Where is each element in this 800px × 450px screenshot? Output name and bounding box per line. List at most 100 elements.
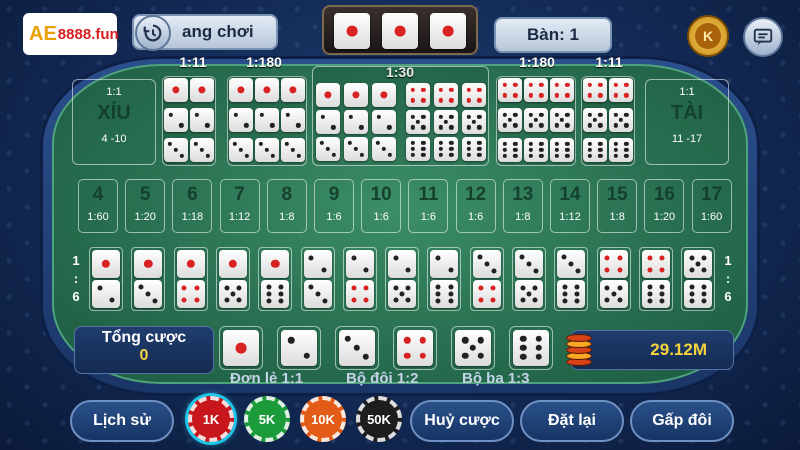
single-5-die-icon: [455, 330, 491, 366]
any-triple-2-die-icon: [344, 110, 368, 134]
history-button-label: Lịch sử: [93, 412, 151, 429]
combo-die-1-icon: [218, 250, 247, 278]
single-4-die-icon: [397, 330, 433, 366]
chips-stack-icon: [566, 328, 592, 368]
combo-die-1-icon: [92, 250, 120, 278]
combo-die-6-icon: [684, 280, 713, 308]
sum-bet-odds: 1:20: [134, 211, 156, 223]
combo-odds-left-top: 1: [72, 253, 80, 268]
combo-die-5-icon: [515, 280, 543, 308]
chip-50k[interactable]: 50K: [356, 396, 402, 442]
sum-bet-11[interactable]: 11 1:6: [408, 179, 449, 233]
reset-bet-button[interactable]: Đặt lại: [520, 400, 624, 442]
combo-odds-left-colon: :: [73, 271, 79, 286]
triple-6-die-icon: [498, 138, 522, 162]
sum-bet-number: 8: [281, 184, 293, 205]
sum-bet-12[interactable]: 12 1:6: [455, 179, 496, 233]
chip-5k[interactable]: 5K: [244, 396, 290, 442]
bet-big-odds: 1:1: [679, 86, 695, 98]
any-triple-5-die-icon: [406, 110, 430, 134]
combo-die-4-icon: [599, 250, 628, 278]
chip-1k-label: 1K: [202, 411, 220, 427]
logo-text: 8888.fun: [57, 25, 119, 43]
double-3-die-icon: [190, 138, 214, 162]
bet-small[interactable]: 1:1 XỈU 4 -10: [72, 79, 156, 165]
chip-10k[interactable]: 10K: [300, 396, 346, 442]
sum-bet-number: 13: [512, 184, 534, 205]
single-2-die-icon: [281, 330, 317, 366]
double-6-die-icon: [583, 138, 607, 162]
logo-mark-icon: AE: [29, 22, 57, 45]
total-bet-label: Tổng cược: [101, 329, 187, 346]
sum-bet-number: 12: [465, 184, 487, 205]
sum-bet-6[interactable]: 6 1:18: [172, 179, 213, 233]
any-triple-4-die-icon: [434, 83, 458, 107]
balance-box: 29.12M: [570, 330, 734, 370]
combo-die-3-icon: [303, 280, 332, 308]
coin-icon[interactable]: K: [687, 15, 729, 57]
total-bet-value: 0: [139, 347, 149, 364]
sum-bet-10[interactable]: 10 1:6: [361, 179, 402, 233]
sum-bet-odds: 1:6: [373, 211, 389, 223]
any-triple-6-die-icon: [406, 137, 430, 161]
double-2-die-icon: [190, 108, 214, 132]
triple-4-die-icon: [524, 78, 548, 102]
sum-bet-odds: 1:8: [515, 211, 531, 223]
sum-bet-number: 4: [92, 184, 104, 205]
combo-die-2-icon: [345, 250, 374, 278]
sum-bet-odds: 1:6: [420, 211, 437, 223]
triple-4-die-icon: [498, 78, 522, 102]
double-3-die-icon: [164, 138, 188, 162]
table-number-label: Bàn: 1: [527, 25, 579, 44]
combo-die-4-icon: [176, 280, 205, 308]
bet-big[interactable]: 1:1 TÀI 11 -17: [645, 79, 729, 165]
legend-double: Bộ đôi 1:2: [346, 370, 419, 387]
any-triple-3-die-icon: [372, 137, 396, 161]
any-triple-6-die-icon: [434, 137, 458, 161]
sum-bet-number: 17: [701, 184, 723, 205]
game-status-label: ang chơi: [182, 22, 254, 41]
sum-bet-odds: 1:60: [700, 211, 723, 223]
sum-bet-number: 11: [418, 184, 439, 205]
sum-bet-8[interactable]: 8 1:8: [266, 179, 307, 233]
combo-odds-right-colon: :: [725, 271, 731, 286]
sum-bet-7[interactable]: 7 1:12: [219, 179, 260, 233]
double-5-die-icon: [609, 108, 633, 132]
double-bet-button-label: Gấp đôi: [652, 412, 712, 429]
combo-die-4-icon: [345, 280, 374, 308]
any-triple-1-die-icon: [372, 83, 396, 107]
legend-single: Đơn lẻ 1:1: [230, 370, 304, 387]
bet-small-name: XỈU: [97, 102, 131, 124]
combo-die-2-icon: [388, 250, 417, 278]
combo-die-2-icon: [92, 280, 120, 308]
history-button[interactable]: Lịch sử: [70, 400, 174, 442]
triple-4-die-icon: [550, 78, 574, 102]
sum-bet-13[interactable]: 13 1:8: [502, 179, 543, 233]
sum-bet-17[interactable]: 17 1:60: [691, 179, 732, 233]
sum-bet-odds: 1:6: [326, 211, 342, 223]
odds-specific-double-right: 1:11: [595, 54, 623, 70]
any-triple-3-die-icon: [344, 137, 368, 161]
chip-1k[interactable]: 1K: [188, 396, 234, 442]
triple-5-die-icon: [498, 108, 522, 132]
last-roll-display: [322, 5, 478, 55]
any-triple-6-die-icon: [462, 137, 486, 161]
sum-bet-5[interactable]: 5 1:20: [125, 179, 166, 233]
double-bet-button[interactable]: Gấp đôi: [630, 400, 734, 442]
sum-bet-16[interactable]: 16 1:20: [644, 179, 685, 233]
sum-bet-number: 14: [559, 184, 581, 205]
sum-bet-14[interactable]: 14 1:12: [550, 179, 590, 233]
cancel-bet-button[interactable]: Huỷ cược: [410, 400, 514, 442]
balance-value: 29.12M: [650, 340, 707, 359]
bet-small-range: 4 -10: [101, 133, 127, 145]
odds-specific-double-left: 1:11: [179, 54, 207, 70]
combo-die-3-icon: [472, 250, 501, 278]
sum-bet-15[interactable]: 15 1:8: [597, 179, 638, 233]
combo-die-1-icon: [134, 250, 163, 278]
combo-die-3-icon: [557, 250, 586, 278]
sum-bet-4[interactable]: 4 1:60: [78, 179, 118, 233]
total-bet-box: Tổng cược 0: [74, 326, 214, 374]
round-history-icon[interactable]: [135, 15, 171, 51]
sum-bet-9[interactable]: 9 1:6: [314, 179, 354, 233]
chat-icon[interactable]: [743, 17, 783, 57]
